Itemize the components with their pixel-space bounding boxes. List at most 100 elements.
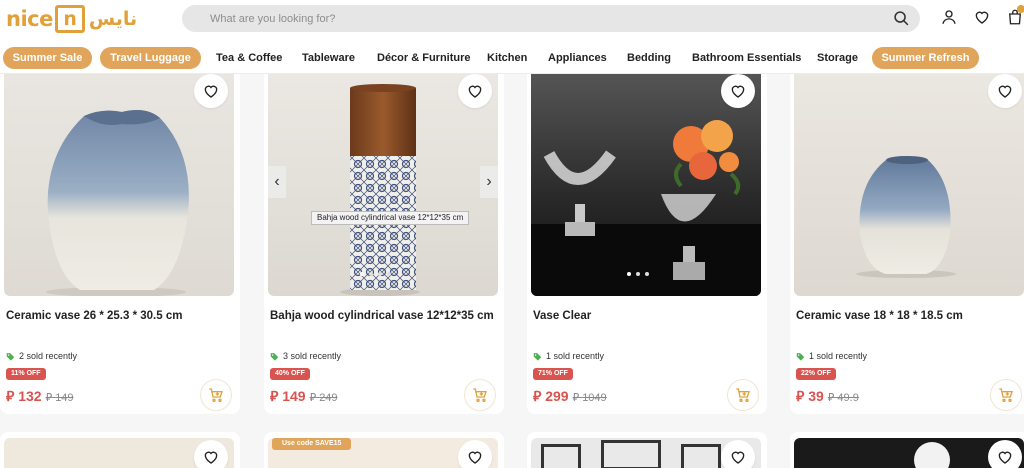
carousel-dot[interactable] bbox=[387, 272, 391, 276]
nav-bedding[interactable]: Bedding bbox=[627, 47, 671, 69]
price-current-value: 299 bbox=[545, 388, 569, 404]
picture-frame bbox=[681, 444, 721, 468]
cart-plus-icon bbox=[473, 388, 487, 402]
wishlist-button[interactable] bbox=[458, 74, 492, 108]
sold-recently-text: 1 sold recently bbox=[809, 351, 868, 361]
nav-travel-luggage[interactable]: Travel Luggage bbox=[100, 47, 201, 69]
heart-icon[interactable] bbox=[973, 8, 991, 26]
price-original: ⃁ 49.9 bbox=[828, 391, 859, 405]
price-current-value: 39 bbox=[808, 388, 824, 404]
heart-outline-icon bbox=[468, 85, 482, 98]
wishlist-button[interactable] bbox=[988, 440, 1022, 468]
product-image[interactable] bbox=[531, 74, 761, 296]
product-card[interactable]: Use code SAVE15 bbox=[264, 432, 504, 468]
chevron-right-icon: › bbox=[486, 173, 492, 190]
nav-tableware[interactable]: Tableware bbox=[302, 47, 355, 69]
tag-icon bbox=[270, 352, 279, 361]
add-to-cart-button[interactable] bbox=[727, 379, 759, 411]
sold-recently: 1 sold recently bbox=[533, 351, 604, 361]
nav-storage[interactable]: Storage bbox=[817, 47, 858, 69]
nav-summer-refresh[interactable]: Summer Refresh bbox=[872, 47, 979, 69]
carousel-dot[interactable] bbox=[627, 272, 631, 276]
nav-decor-furniture[interactable]: Décor & Furniture bbox=[377, 47, 471, 69]
tag-icon bbox=[533, 352, 542, 361]
carousel-prev-button[interactable]: ‹ bbox=[268, 166, 286, 198]
discount-badge: 11% OFF bbox=[6, 368, 46, 380]
search-input[interactable] bbox=[210, 9, 860, 28]
nav-bathroom-essentials[interactable]: Bathroom Essentials bbox=[692, 47, 801, 69]
wishlist-button[interactable] bbox=[721, 74, 755, 108]
product-card[interactable]: Ceramic vase 18 * 18 * 18.5 cm 1 sold re… bbox=[790, 74, 1024, 414]
currency-symbol: ⃁ bbox=[45, 392, 53, 404]
carousel-dot[interactable] bbox=[636, 272, 640, 276]
nav-kitchen[interactable]: Kitchen bbox=[487, 47, 527, 69]
heart-outline-icon bbox=[731, 85, 745, 98]
price-original: ⃁ 149 bbox=[46, 391, 74, 405]
product-title[interactable]: Bahja wood cylindrical vase 12*12*35 cm bbox=[270, 308, 495, 325]
add-to-cart-button[interactable] bbox=[464, 379, 496, 411]
price-original: ⃁ 249 bbox=[310, 391, 338, 405]
product-image[interactable] bbox=[4, 74, 234, 296]
sold-recently-text: 1 sold recently bbox=[546, 351, 605, 361]
product-card[interactable]: Ceramic vase 26 * 25.3 * 30.5 cm 2 sold … bbox=[0, 74, 240, 414]
currency-symbol: ⃁ bbox=[533, 388, 542, 404]
currency-symbol: ⃁ bbox=[796, 388, 805, 404]
wishlist-button[interactable] bbox=[988, 74, 1022, 108]
product-card[interactable] bbox=[0, 432, 240, 468]
logo-arabic-text: نايس bbox=[88, 8, 138, 30]
wishlist-button[interactable] bbox=[721, 440, 755, 468]
discount-badge: 71% OFF bbox=[533, 368, 573, 380]
sold-recently-text: 2 sold recently bbox=[19, 351, 78, 361]
price: ⃁ 149 ⃁ 249 bbox=[270, 387, 338, 405]
price-current: ⃁ 132 bbox=[6, 387, 42, 405]
carousel-dot[interactable] bbox=[369, 272, 373, 276]
carousel-dot[interactable] bbox=[378, 272, 382, 276]
product-image[interactable] bbox=[268, 74, 498, 296]
product-card[interactable] bbox=[790, 432, 1024, 468]
wishlist-button[interactable] bbox=[194, 440, 228, 468]
carousel-dot[interactable] bbox=[360, 272, 364, 276]
carousel-next-button[interactable]: › bbox=[480, 166, 498, 198]
search-icon[interactable] bbox=[893, 10, 910, 27]
site-logo[interactable]: nice n نايس bbox=[6, 5, 137, 33]
price-original-value: 249 bbox=[319, 392, 338, 404]
wishlist-button[interactable] bbox=[194, 74, 228, 108]
price: ⃁ 299 ⃁ 1049 bbox=[533, 387, 607, 405]
add-to-cart-button[interactable] bbox=[990, 379, 1022, 411]
chevron-left-icon: ‹ bbox=[274, 173, 280, 190]
discount-badge: 40% OFF bbox=[270, 368, 310, 380]
cart-plus-icon bbox=[209, 388, 223, 402]
tag-icon bbox=[796, 352, 805, 361]
product-title[interactable]: Ceramic vase 26 * 25.3 * 30.5 cm bbox=[6, 308, 231, 325]
nav-appliances[interactable]: Appliances bbox=[548, 47, 607, 69]
user-icon[interactable] bbox=[940, 8, 958, 26]
picture-frame bbox=[601, 440, 661, 468]
wishlist-button[interactable] bbox=[458, 440, 492, 468]
carousel-dots bbox=[360, 272, 391, 276]
carousel-dot[interactable] bbox=[645, 272, 649, 276]
product-image[interactable] bbox=[794, 74, 1024, 296]
price-current: ⃁ 149 bbox=[270, 387, 306, 405]
price: ⃁ 39 ⃁ 49.9 bbox=[796, 387, 859, 405]
ceramic-vase-image bbox=[46, 110, 189, 296]
price-current-value: 132 bbox=[18, 388, 42, 404]
product-title[interactable]: Ceramic vase 18 * 18 * 18.5 cm bbox=[796, 308, 1021, 325]
carousel-dots bbox=[627, 272, 649, 276]
nav-tea-coffee[interactable]: Tea & Coffee bbox=[216, 47, 282, 69]
heart-outline-icon bbox=[998, 85, 1012, 98]
currency-symbol: ⃁ bbox=[6, 388, 15, 404]
cart-plus-icon bbox=[999, 388, 1013, 402]
price-original-value: 149 bbox=[55, 392, 74, 404]
add-to-cart-button[interactable] bbox=[200, 379, 232, 411]
image-tooltip: Bahja wood cylindrical vase 12*12*35 cm bbox=[311, 211, 470, 225]
price-original-value: 1049 bbox=[582, 392, 607, 404]
product-card[interactable]: ‹ › Bahja wood cylindrical vase 12*12*35… bbox=[264, 74, 504, 414]
product-card[interactable]: Vase Clear 1 sold recently 71% OFF ⃁ 299… bbox=[527, 74, 767, 414]
price: ⃁ 132 ⃁ 149 bbox=[6, 387, 74, 405]
product-title[interactable]: Vase Clear bbox=[533, 308, 758, 325]
nav-summer-sale[interactable]: Summer Sale bbox=[3, 47, 92, 69]
tag-icon bbox=[6, 352, 15, 361]
product-card[interactable] bbox=[527, 432, 767, 468]
site-header: nice n نايس bbox=[0, 0, 1024, 40]
search-bar bbox=[182, 5, 920, 32]
